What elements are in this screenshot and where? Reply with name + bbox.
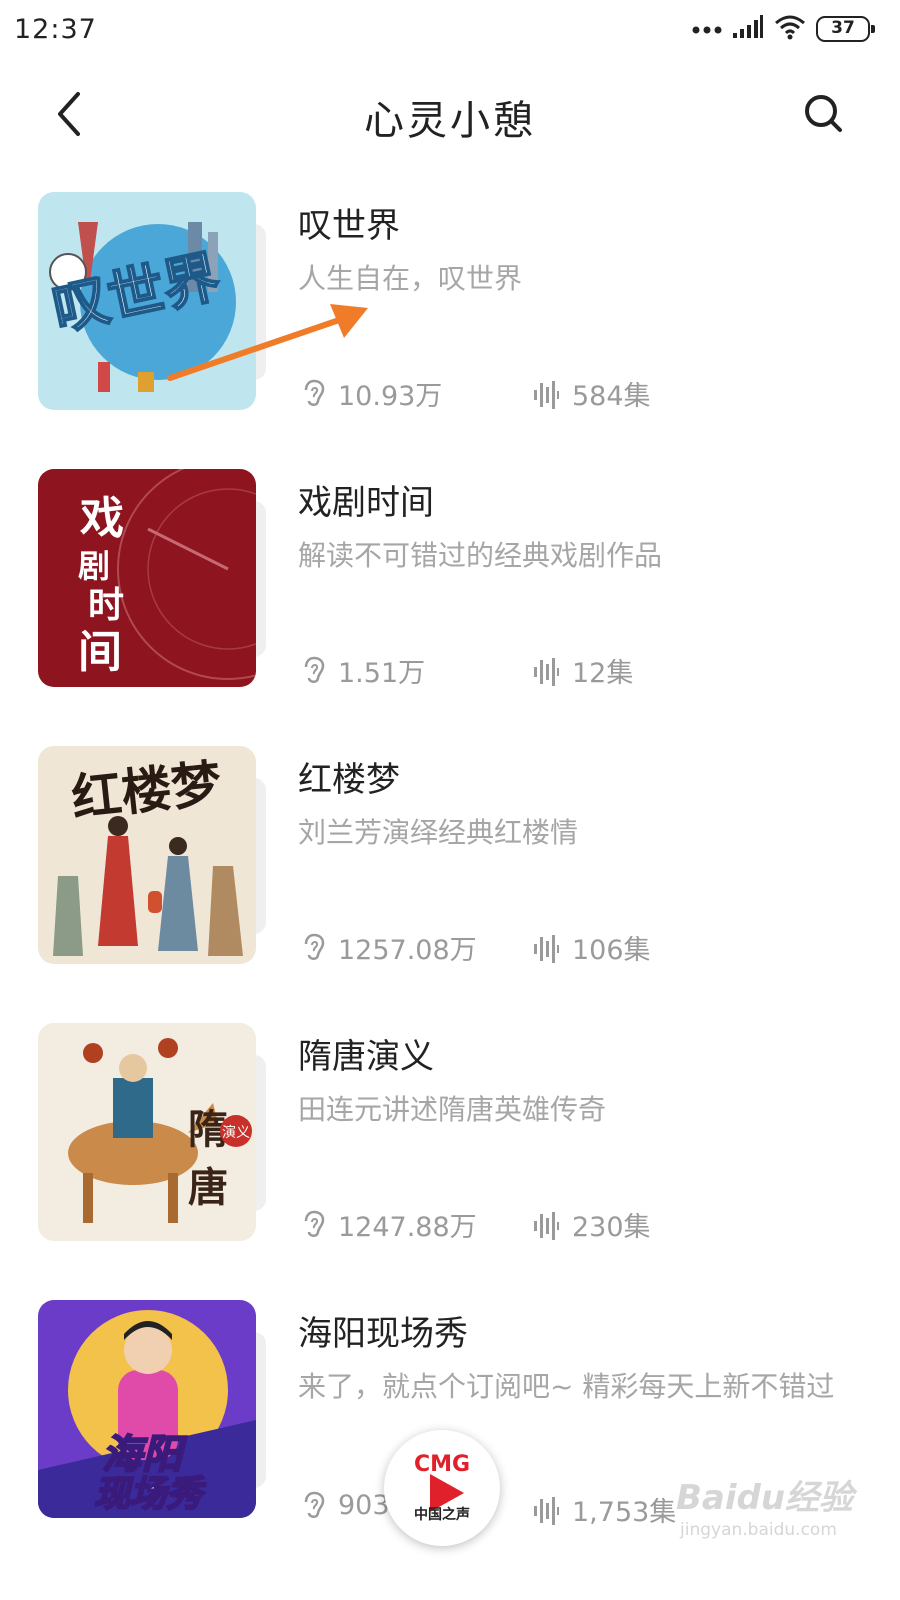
cover-stack: 海阳 现场秀: [38, 1300, 270, 1518]
soundwave-icon: [534, 1211, 559, 1240]
episodes-count: 584集: [572, 381, 651, 412]
nav-bar: 心灵小憩: [0, 70, 900, 160]
search-button[interactable]: [796, 86, 852, 142]
episodes-count: 12集: [572, 658, 634, 689]
episodes-count: 1,753集: [572, 1497, 677, 1528]
plays-count: 1257.08万: [338, 935, 477, 966]
annotation-arrow: [167, 304, 368, 381]
episodes-count: 230集: [572, 1212, 651, 1243]
soundwave-icon: [534, 1496, 559, 1525]
svg-text:现场秀: 现场秀: [94, 1474, 206, 1515]
ear-icon: [304, 656, 325, 683]
soundwave-icon: [534, 934, 559, 963]
plays-stat: 1247.88万: [304, 1205, 477, 1244]
battery-icon: 37: [816, 16, 875, 42]
item-description: 解读不可错过的经典戏剧作品: [298, 539, 663, 572]
episodes-stat: 106集: [532, 928, 651, 967]
item-title: 戏剧时间: [298, 483, 434, 523]
station-name: 中国之声: [414, 1507, 470, 1523]
plays-stat: 1.51万: [304, 651, 425, 690]
item-title: 隋唐演义: [298, 1037, 434, 1077]
ear-icon: [304, 1491, 325, 1518]
ear-icon: [304, 933, 325, 960]
status-bar: 12:37 37: [0, 0, 900, 64]
status-time: 12:37: [14, 14, 97, 45]
item-title: 海阳现场秀: [298, 1314, 468, 1354]
episodes-count: 106集: [572, 935, 651, 966]
cover-stack: 隋 唐 演义: [38, 1023, 270, 1241]
ear-icon: [304, 1210, 325, 1237]
episodes-stat: 1,753集: [532, 1490, 676, 1529]
list-item[interactable]: 叹世界 叹世界 人生自在，叹世界 10.93万 584集: [0, 190, 900, 420]
cover-stack: 戏 剧 时 间: [38, 469, 270, 687]
item-description: 田连元讲述隋唐英雄传奇: [298, 1093, 607, 1126]
more-dots-icon: [692, 20, 722, 39]
plays-count: 1247.88万: [338, 1212, 477, 1243]
cover-image: 红楼梦: [38, 746, 256, 964]
page-title: 心灵小憩: [364, 98, 536, 144]
list-item[interactable]: 红楼梦 红楼梦 刘兰芳演绎经典红楼情 1257.08万 106集: [0, 744, 900, 974]
item-title: 叹世界: [298, 206, 400, 246]
list-item[interactable]: 隋 唐 演义 隋唐演义 田连元讲述隋唐英雄传奇 1247.88万 230集: [0, 1021, 900, 1251]
episodes-stat: 584集: [532, 374, 651, 413]
episodes-stat: 12集: [532, 651, 633, 690]
signal-icon: [732, 15, 764, 43]
cover-image: 海阳 现场秀: [38, 1300, 256, 1518]
soundwave-icon: [534, 657, 559, 686]
list-item[interactable]: 戏 剧 时 间 戏剧时间 解读不可错过的经典戏剧作品 1.51万 12集: [0, 467, 900, 697]
search-icon: [805, 95, 842, 132]
watermark-logo: Baidu经验: [676, 1478, 854, 1518]
item-description: 人生自在，叹世界: [298, 262, 523, 295]
cover-text: 海阳: [102, 1432, 187, 1478]
plays-stat: 1257.08万: [304, 928, 477, 967]
soundwave-icon: [534, 380, 559, 409]
wifi-icon: [774, 14, 806, 44]
baidu-watermark: Baidu经验 jingyan.baidu.com: [676, 1470, 876, 1554]
status-icons: 37: [692, 14, 875, 44]
mini-player-button[interactable]: CMG 中国之声: [384, 1430, 500, 1546]
watermark-url: jingyan.baidu.com: [680, 1520, 837, 1540]
episodes-stat: 230集: [532, 1205, 651, 1244]
cover-image: 隋 唐 演义: [38, 1023, 256, 1241]
cover-stack: 红楼梦: [38, 746, 270, 964]
item-description: 来了，就点个订阅吧~ 精彩每天上新不错过: [298, 1370, 835, 1403]
item-description: 刘兰芳演绎经典红楼情: [298, 816, 579, 849]
item-title: 红楼梦: [298, 760, 400, 800]
plays-count: 903: [338, 1490, 390, 1521]
svg-text:演义: 演义: [222, 1125, 250, 1141]
plays-count: 1.51万: [338, 658, 426, 689]
plays-stat: 903: [304, 1490, 390, 1521]
cover-image: 戏 剧 时 间: [38, 469, 256, 687]
